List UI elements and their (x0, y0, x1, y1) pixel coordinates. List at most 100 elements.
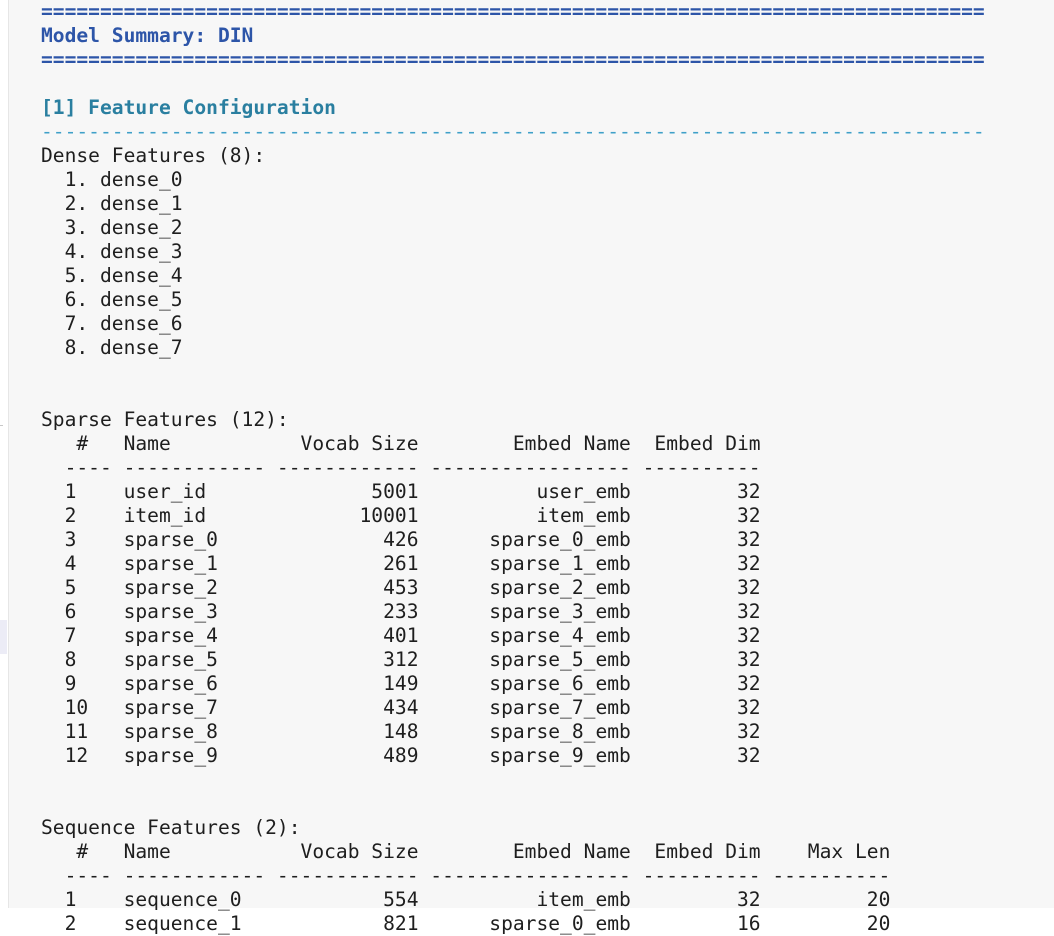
sequence-table-col-header: Name (123, 840, 266, 863)
sparse-table-cell-index: 12 (64, 744, 112, 767)
sparse-table-cell-name: sparse_4 (123, 624, 266, 647)
sparse-table-col-header: Vocab Size (276, 432, 419, 455)
sparse-table-row: 7 sparse_4 401 sparse_4_emb 32 (41, 624, 761, 647)
sparse-table-cell-name: sparse_7 (123, 696, 266, 719)
dense-feature-item: dense_1 (99, 192, 183, 215)
sparse-table-cell-index: 7 (64, 624, 112, 647)
sequence-table-cell-embed-dim: 16 (642, 912, 761, 935)
top-rule: ========================================… (41, 0, 985, 23)
sparse-table-row: 4 sparse_1 261 sparse_1_emb 32 (41, 552, 761, 575)
sequence-features-header: Sequence Features (2): (41, 816, 301, 839)
sparse-table-cell-vocab-size: 312 (276, 648, 419, 671)
sequence-table-cell-embed-name: sparse_0_emb (430, 912, 631, 935)
sparse-table-cell-index: 6 (64, 600, 112, 623)
sparse-table-cell-embed-dim: 32 (642, 552, 761, 575)
sparse-table-cell-index: 4 (64, 552, 112, 575)
sparse-table-cell-vocab-size: 5001 (276, 480, 419, 503)
sparse-table-row: 8 sparse_5 312 sparse_5_emb 32 (41, 648, 761, 671)
sparse-table-cell-embed-name: sparse_0_emb (430, 528, 631, 551)
sequence-table-col-header: Vocab Size (276, 840, 419, 863)
sparse-table-cell-embed-dim: 32 (642, 648, 761, 671)
sparse-table-cell-vocab-size: 148 (276, 720, 419, 743)
sparse-features-header: Sparse Features (12): (41, 408, 289, 431)
sparse-table-cell-name: sparse_0 (123, 528, 266, 551)
sparse-table-cell-vocab-size: 434 (276, 696, 419, 719)
sparse-table-cell-index: 10 (64, 696, 112, 719)
sparse-table-cell-vocab-size: 149 (276, 672, 419, 695)
sparse-table-row: 5 sparse_2 453 sparse_2_emb 32 (41, 576, 761, 599)
sparse-table-cell-name: sparse_6 (123, 672, 266, 695)
sparse-table-cell-name: sparse_9 (123, 744, 266, 767)
sparse-table-row: 10 sparse_7 434 sparse_7_emb 32 (41, 696, 761, 719)
sparse-table-cell-embed-dim: 32 (642, 744, 761, 767)
sparse-table-col-header: Embed Name (430, 432, 631, 455)
sparse-table-divider: ---- ------------ ------------ ---------… (41, 456, 761, 479)
sparse-table-cell-embed-dim: 32 (642, 504, 761, 527)
sparse-table-row: 6 sparse_3 233 sparse_3_emb 32 (41, 600, 761, 623)
title-rule: ========================================… (41, 48, 985, 71)
section-heading-feature-config: [1] Feature Configuration (41, 96, 336, 119)
sparse-table-cell-index: 8 (64, 648, 112, 671)
sparse-table-cell-vocab-size: 401 (276, 624, 419, 647)
dense-feature-item: dense_3 (99, 240, 183, 263)
sparse-table-cell-embed-name: sparse_1_emb (430, 552, 631, 575)
model-summary-title: Model Summary: DIN (41, 24, 254, 47)
sparse-table-cell-index: 11 (64, 720, 112, 743)
sparse-table-cell-embed-name: sparse_8_emb (430, 720, 631, 743)
sequence-features-table: # Name Vocab Size Embed Name Embed Dim M… (41, 840, 891, 935)
gutter-tick (0, 425, 3, 426)
sparse-table-cell-name: sparse_5 (123, 648, 266, 671)
sparse-table-cell-index: 2 (64, 504, 112, 527)
dense-features-header: Dense Features (8): (41, 144, 266, 167)
sparse-table-cell-embed-name: user_emb (430, 480, 631, 503)
sparse-table-cell-embed-dim: 32 (642, 528, 761, 551)
dense-feature-item: dense_2 (99, 216, 183, 239)
sequence-table-divider: ---- ------------ ------------ ---------… (41, 864, 891, 887)
sparse-table-cell-vocab-size: 453 (276, 576, 419, 599)
sparse-table-cell-embed-dim: 32 (642, 576, 761, 599)
sparse-table-cell-index: 9 (64, 672, 112, 695)
sparse-table-cell-embed-dim: 32 (642, 480, 761, 503)
sparse-table-cell-name: item_id (123, 504, 266, 527)
sparse-features-table: # Name Vocab Size Embed Name Embed Dim -… (41, 432, 761, 767)
console-output: ========================================… (41, 0, 985, 936)
dense-feature-item: dense_0 (99, 168, 183, 191)
sparse-table-cell-vocab-size: 489 (276, 744, 419, 767)
dense-feature-item: dense_6 (99, 312, 183, 335)
sparse-table-row: 12 sparse_9 489 sparse_9_emb 32 (41, 744, 761, 767)
sparse-table-cell-vocab-size: 261 (276, 552, 419, 575)
sequence-table-cell-name: sequence_1 (123, 912, 266, 935)
sparse-table-col-header: # (64, 432, 112, 455)
sparse-table-cell-embed-name: sparse_6_emb (430, 672, 631, 695)
sequence-table-row: 2 sequence_1 821 sparse_0_emb 16 20 (41, 912, 891, 935)
sparse-table-cell-embed-dim: 32 (642, 720, 761, 743)
sequence-table-col-header: # (64, 840, 112, 863)
sparse-table-cell-name: sparse_8 (123, 720, 266, 743)
dense-features-list: 1. dense_0 2. dense_1 3. dense_2 4. dens… (41, 168, 183, 359)
sparse-table-col-header: Name (123, 432, 266, 455)
sparse-table-row: 11 sparse_8 148 sparse_8_emb 32 (41, 720, 761, 743)
dense-feature-item: dense_4 (99, 264, 183, 287)
dense-feature-item: dense_5 (99, 288, 183, 311)
sparse-table-cell-index: 5 (64, 576, 112, 599)
sparse-table-cell-embed-name: item_emb (430, 504, 631, 527)
sparse-table-row: 1 user_id 5001 user_emb 32 (41, 480, 761, 503)
sequence-table-cell-vocab-size: 821 (276, 912, 419, 935)
sparse-table-cell-embed-name: sparse_5_emb (430, 648, 631, 671)
sparse-table-cell-embed-name: sparse_4_emb (430, 624, 631, 647)
sparse-table-cell-embed-dim: 32 (642, 624, 761, 647)
sparse-table-cell-embed-dim: 32 (642, 672, 761, 695)
sparse-table-cell-name: sparse_1 (123, 552, 266, 575)
sparse-table-row: 3 sparse_0 426 sparse_0_emb 32 (41, 528, 761, 551)
sparse-table-cell-name: sparse_2 (123, 576, 266, 599)
sparse-table-cell-embed-name: sparse_9_emb (430, 744, 631, 767)
sparse-table-cell-embed-dim: 32 (642, 600, 761, 623)
sequence-table-cell-max-len: 20 (772, 912, 891, 935)
sparse-table-cell-embed-dim: 32 (642, 696, 761, 719)
sparse-table-cell-embed-name: sparse_2_emb (430, 576, 631, 599)
sequence-table-cell-index: 2 (64, 912, 112, 935)
sparse-table-cell-vocab-size: 233 (276, 600, 419, 623)
section-rule: ----------------------------------------… (41, 120, 985, 143)
sparse-table-cell-embed-name: sparse_7_emb (430, 696, 631, 719)
sequence-table-col-header: Embed Name (430, 840, 631, 863)
